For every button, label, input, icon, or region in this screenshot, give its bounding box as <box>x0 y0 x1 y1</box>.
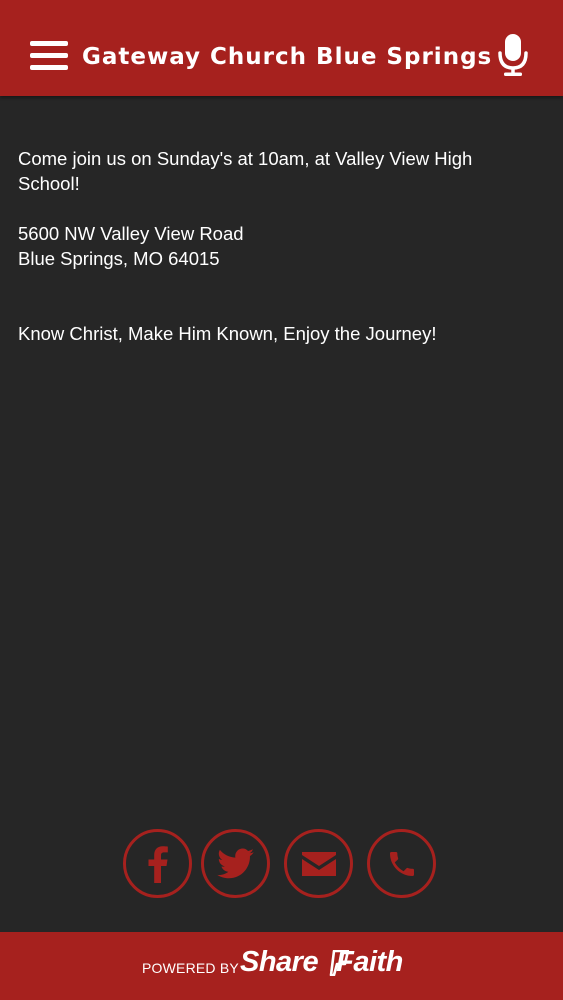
page-title: Gateway Church Blue Springs <box>82 44 493 70</box>
twitter-button[interactable] <box>201 829 270 898</box>
facebook-button[interactable] <box>123 829 192 898</box>
brand-part-1: Share <box>240 946 319 978</box>
intro-text: Come join us on Sunday's at 10am, at Val… <box>18 148 473 194</box>
phone-button[interactable] <box>367 829 436 898</box>
microphone-icon[interactable] <box>496 33 530 77</box>
phone-icon <box>389 851 414 876</box>
footer-bar: POWERED BY Share Faith <box>0 932 563 1000</box>
app-header: Gateway Church Blue Springs <box>0 0 563 96</box>
hamburger-menu-icon[interactable] <box>30 40 70 74</box>
sharefaith-flag-icon <box>329 950 349 976</box>
email-button[interactable] <box>284 829 353 898</box>
tagline-text: Know Christ, Make Him Known, Enjoy the J… <box>18 323 437 344</box>
social-links <box>0 829 563 898</box>
app-screen: Gateway Church Blue Springs Come join us… <box>0 0 563 1000</box>
envelope-icon <box>301 851 336 876</box>
powered-by-label: POWERED BY <box>142 960 239 976</box>
main-content: Come join us on Sunday's at 10am, at Val… <box>18 146 538 346</box>
address-block: 5600 NW Valley View Road Blue Springs, M… <box>18 221 538 271</box>
address-line-2: Blue Springs, MO 64015 <box>18 248 220 269</box>
sharefaith-logo[interactable]: Share Faith <box>240 946 403 979</box>
facebook-icon <box>148 845 168 883</box>
twitter-icon <box>216 848 254 878</box>
address-line-1: 5600 NW Valley View Road <box>18 223 244 244</box>
